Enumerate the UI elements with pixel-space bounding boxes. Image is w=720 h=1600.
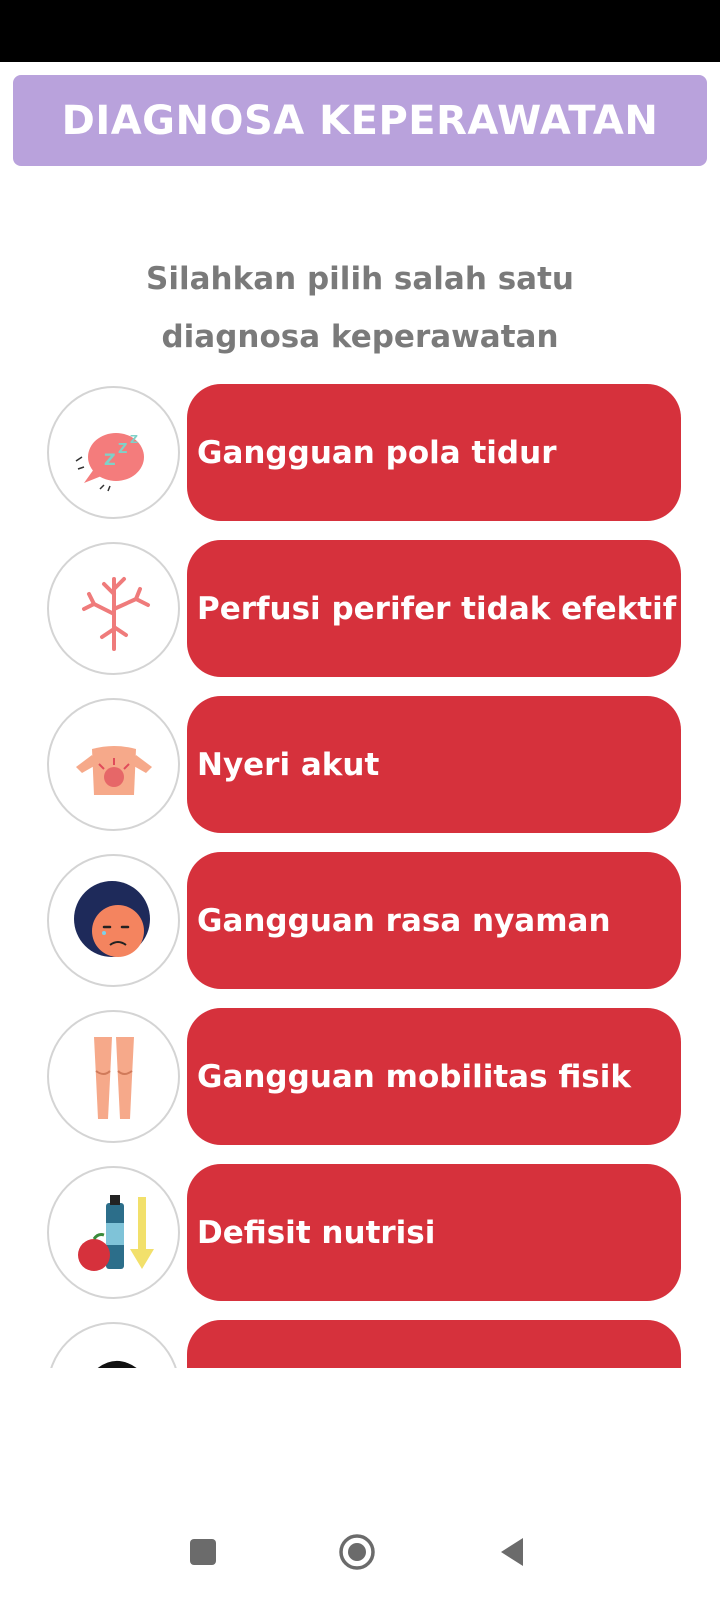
instruction-line-2: diagnosa keperawatan bbox=[161, 319, 559, 355]
diagnosis-item-discomfort: Gangguan rasa nyaman bbox=[0, 852, 720, 989]
uncomfortable-face-icon bbox=[47, 854, 180, 987]
sleep-icon: Z Z Z bbox=[47, 386, 180, 519]
diagnosis-button-discomfort[interactable]: Gangguan rasa nyaman bbox=[187, 852, 681, 989]
diagnosis-label: Defisit nutrisi bbox=[197, 1214, 436, 1251]
home-icon[interactable] bbox=[335, 1530, 379, 1574]
diagnosis-label: Gangguan mobilitas fisik bbox=[197, 1058, 631, 1095]
diagnosis-item-nutrition: Defisit nutrisi bbox=[0, 1164, 720, 1301]
instruction-line-1: Silahkan pilih salah satu bbox=[146, 261, 574, 297]
page-title: DIAGNOSA KEPERAWATAN bbox=[61, 97, 659, 144]
svg-text:Z: Z bbox=[130, 433, 138, 446]
diagnosis-label: Nyeri akut bbox=[197, 746, 380, 783]
diagnosis-label: Gangguan pola tidur bbox=[197, 434, 557, 471]
diagnosis-button-perfusion[interactable]: Perfusi perifer tidak efektif bbox=[187, 540, 681, 677]
svg-text:Z: Z bbox=[104, 450, 116, 469]
diagnosis-list[interactable]: Z Z Z Gangguan pola tidur Perfusi perife… bbox=[0, 384, 720, 1368]
back-icon[interactable] bbox=[490, 1530, 534, 1574]
diagnosis-item-acute-pain: Nyeri akut bbox=[0, 696, 720, 833]
diagnosis-item-partial bbox=[0, 1320, 720, 1368]
system-nav-bar bbox=[0, 1500, 720, 1600]
diagnosis-item-mobility: Gangguan mobilitas fisik bbox=[0, 1008, 720, 1145]
diagnosis-label: Perfusi perifer tidak efektif bbox=[197, 590, 677, 627]
diagnosis-item-sleep: Z Z Z Gangguan pola tidur bbox=[0, 384, 720, 521]
diagnosis-button-sleep[interactable]: Gangguan pola tidur bbox=[187, 384, 681, 521]
blood-vessel-icon bbox=[47, 542, 180, 675]
diagnosis-button-nutrition[interactable]: Defisit nutrisi bbox=[187, 1164, 681, 1301]
diagnosis-item-perfusion: Perfusi perifer tidak efektif bbox=[0, 540, 720, 677]
back-pain-icon bbox=[47, 698, 180, 831]
diagnosis-button-acute-pain[interactable]: Nyeri akut bbox=[187, 696, 681, 833]
header-bar: DIAGNOSA KEPERAWATAN bbox=[13, 75, 707, 166]
status-bar bbox=[0, 0, 720, 62]
person-hair-icon bbox=[47, 1322, 180, 1368]
svg-text:Z: Z bbox=[118, 442, 127, 457]
diagnosis-button-partial[interactable] bbox=[187, 1320, 681, 1368]
diagnosis-button-mobility[interactable]: Gangguan mobilitas fisik bbox=[187, 1008, 681, 1145]
instruction-text: Silahkan pilih salah satu diagnosa keper… bbox=[100, 250, 620, 366]
diagnosis-label: Gangguan rasa nyaman bbox=[197, 902, 611, 939]
recent-apps-icon[interactable] bbox=[181, 1530, 225, 1574]
nutrition-icon bbox=[47, 1166, 180, 1299]
legs-icon bbox=[47, 1010, 180, 1143]
